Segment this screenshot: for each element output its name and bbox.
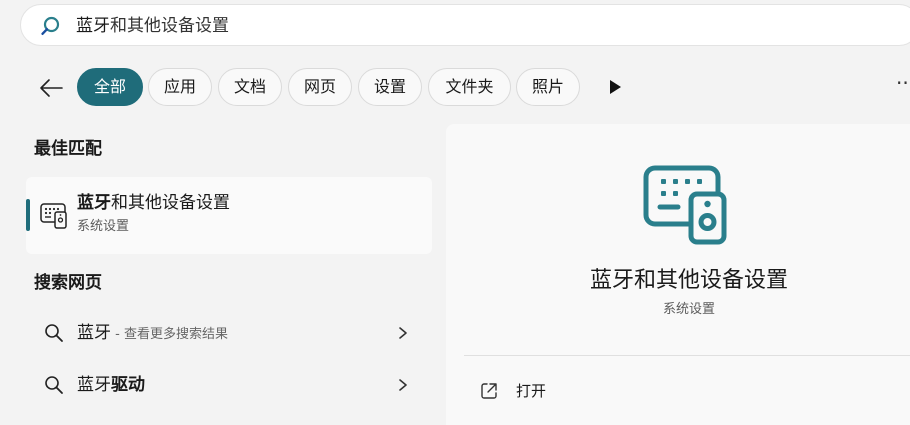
filter-tab-web[interactable]: 网页 — [288, 68, 352, 106]
filter-tab-photos[interactable]: 照片 — [516, 68, 580, 106]
best-match-item[interactable]: 蓝牙和其他设备设置 系统设置 — [26, 177, 432, 254]
web-result-item[interactable]: 蓝牙 - 查看更多搜索结果 — [26, 311, 432, 357]
detail-pane: 蓝牙和其他设备设置 系统设置 打开 — [446, 124, 910, 425]
detail-title: 蓝牙和其他设备设置 — [589, 268, 788, 293]
search-query-rest: 和其他设备设置 — [110, 16, 229, 36]
search-icon — [45, 376, 63, 394]
bluetooth-devices-icon — [40, 203, 67, 229]
web-result-suggestion: 驱动 — [111, 375, 145, 395]
web-result-query: 蓝牙 — [77, 323, 111, 343]
search-icon — [41, 16, 60, 35]
best-match-title: 蓝牙和其他设备设置 — [77, 192, 230, 214]
more-filters-arrow-icon[interactable] — [606, 78, 624, 96]
search-query-highlight: 蓝牙 — [76, 16, 110, 36]
more-options-button[interactable]: ··· — [896, 73, 910, 96]
filter-tab-documents[interactable]: 文档 — [218, 68, 282, 106]
web-result-query: 蓝牙 — [77, 375, 111, 395]
chevron-right-icon — [399, 327, 407, 339]
web-result-hint: - 查看更多搜索结果 — [111, 327, 228, 342]
web-search-heading: 搜索网页 — [34, 273, 102, 293]
web-result-item[interactable]: 蓝牙驱动 — [26, 363, 432, 409]
chevron-right-icon — [399, 379, 407, 391]
best-match-heading: 最佳匹配 — [34, 139, 102, 159]
detail-subtitle: 系统设置 — [662, 302, 715, 317]
divider — [464, 355, 910, 356]
back-arrow-icon[interactable] — [36, 73, 66, 103]
search-box[interactable]: 蓝牙和其他设备设置 — [20, 4, 910, 46]
open-external-icon — [481, 383, 497, 399]
filter-tab-apps[interactable]: 应用 — [148, 68, 212, 106]
best-match-subtitle: 系统设置 — [77, 219, 130, 234]
selection-indicator — [26, 199, 30, 231]
filter-tab-folders[interactable]: 文件夹 — [428, 68, 511, 106]
best-match-title-rest: 和其他设备设置 — [111, 193, 230, 213]
filter-tab-settings[interactable]: 设置 — [358, 68, 422, 106]
best-match-title-highlight: 蓝牙 — [77, 193, 111, 213]
search-icon — [45, 324, 63, 342]
search-input[interactable]: 蓝牙和其他设备设置 — [76, 15, 229, 37]
filter-tab-all[interactable]: 全部 — [77, 68, 143, 106]
open-action-label: 打开 — [516, 382, 547, 400]
open-action-button[interactable]: 打开 — [480, 378, 600, 404]
bluetooth-devices-icon — [643, 165, 727, 245]
